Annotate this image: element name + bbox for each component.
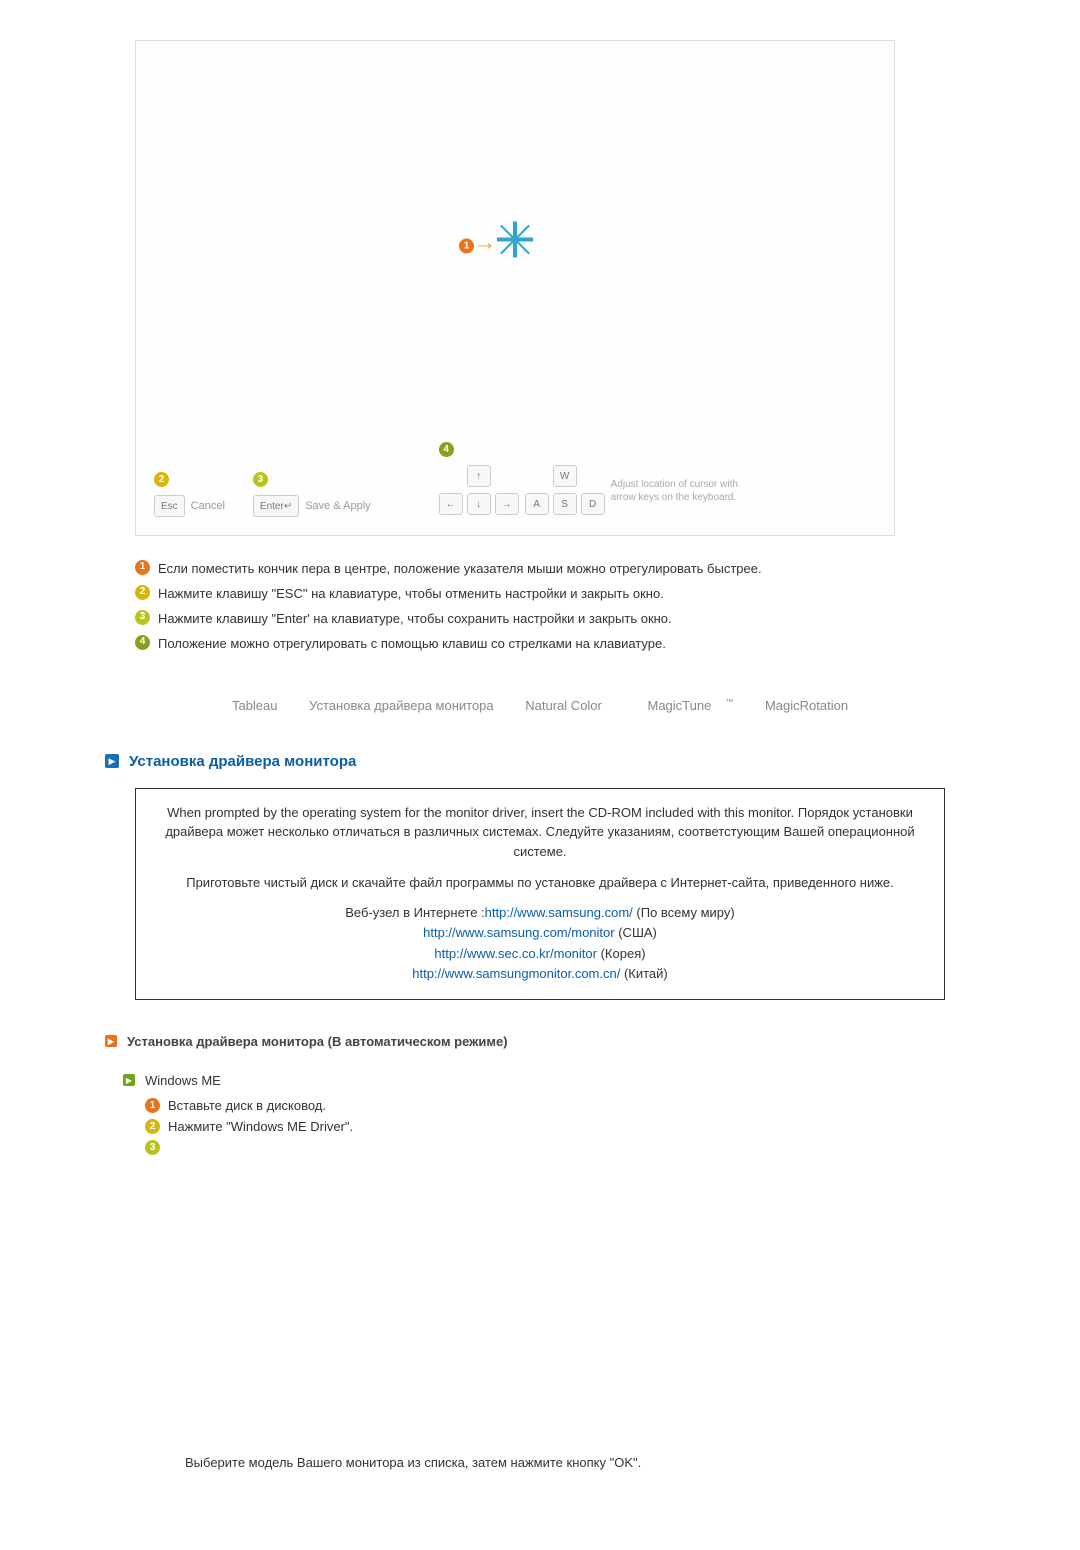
calibration-canvas: 1→ — [154, 61, 876, 421]
link-samsung-cn[interactable]: http://www.samsungmonitor.com.cn/ — [412, 966, 620, 981]
tab-magictune[interactable]: MagicTune™ — [634, 698, 734, 713]
esc-keycap: Esc — [154, 495, 185, 517]
target-crosshair-group: 1→ — [497, 222, 533, 261]
callout-badge-2: 2 — [154, 472, 169, 487]
bullet-3-icon: 3 — [135, 610, 150, 625]
link-samsung-monitor[interactable]: http://www.samsung.com/monitor — [423, 925, 614, 940]
driver-paragraph-2: Приготовьте чистый диск и скачайте файл … — [156, 873, 924, 893]
arrow-hint-text: Adjust location of cursor with arrow key… — [611, 478, 761, 504]
link-suffix: (США) — [615, 925, 657, 940]
sub-heading-auto: ▶ Установка драйвера монитора (В автомат… — [105, 1034, 975, 1049]
driver-info-box: When prompted by the operating system fo… — [135, 788, 945, 1000]
tab-tableau[interactable]: Tableau — [232, 698, 278, 713]
callout-badge-3: 3 — [253, 472, 268, 487]
callout-badge-1: 1→ — [459, 230, 500, 256]
wasd-keys-icon: W A S D — [525, 465, 605, 517]
web-label: Веб-узел в Интернете : — [345, 905, 484, 920]
orange-bullet-icon: ▶ — [105, 1035, 117, 1047]
callout-text: Нажмите клавишу "Enter' на клавиатуре, ч… — [158, 610, 895, 629]
list-item: 4 Положение можно отрегулировать с помощ… — [135, 635, 895, 654]
step-1-icon: 1 — [145, 1098, 160, 1113]
driver-paragraph-1: When prompted by the operating system fo… — [156, 803, 924, 862]
link-suffix: (Китай) — [620, 966, 667, 981]
arrow-keys-group: 4 ↑ ← ↓ → W A S D Adjust location of cur… — [439, 441, 761, 517]
step-3-icon: 3 — [145, 1140, 160, 1155]
nav-tabs: Tableau Установка драйвера монитора Natu… — [105, 697, 975, 712]
step-text: Вставьте диск в дисковод. — [168, 1098, 326, 1113]
step-2-icon: 2 — [145, 1119, 160, 1134]
esc-group: 2 Esc Cancel — [154, 471, 225, 517]
link-suffix: (По всему миру) — [633, 905, 735, 920]
callout-list: 1 Если поместить кончик пера в центре, п… — [135, 560, 895, 653]
bullet-1-icon: 1 — [135, 560, 150, 575]
list-item: 2 Нажмите клавишу "ESC" на клавиатуре, ч… — [135, 585, 895, 604]
section-heading: ▶ Установка драйвера монитора — [105, 753, 975, 770]
callout-text: Положение можно отрегулировать с помощью… — [158, 635, 895, 654]
link-suffix: (Корея) — [597, 946, 646, 961]
bullet-4-icon: 4 — [135, 635, 150, 650]
tab-natural-color[interactable]: Natural Color — [525, 698, 602, 713]
green-bullet-icon: ▶ — [123, 1074, 135, 1086]
os-heading: ▶ Windows ME — [123, 1073, 975, 1088]
list-item: 3 — [145, 1140, 975, 1155]
os-name: Windows ME — [145, 1073, 221, 1088]
list-item: 1 Вставьте диск в дисковод. — [145, 1098, 975, 1113]
callout-text: Если поместить кончик пера в центре, пол… — [158, 560, 895, 579]
install-steps: 1 Вставьте диск в дисковод. 2 Нажмите "W… — [145, 1098, 975, 1155]
link-samsung-world[interactable]: http://www.samsung.com/ — [485, 905, 633, 920]
tab-driver-install[interactable]: Установка драйвера монитора — [309, 698, 494, 713]
calibration-figure: 1→ 2 Esc Cancel 3 Enter↵ Save & Apply — [135, 40, 895, 536]
link-sec-kr[interactable]: http://www.sec.co.kr/monitor — [434, 946, 597, 961]
tab-magicrotation[interactable]: MagicRotation — [765, 698, 848, 713]
section-title: Установка драйвера монитора — [129, 753, 356, 770]
sub-heading-text: Установка драйвера монитора (В автоматич… — [127, 1034, 508, 1049]
list-item: 3 Нажмите клавишу "Enter' на клавиатуре,… — [135, 610, 895, 629]
callout-text: Нажмите клавишу "ESC" на клавиатуре, что… — [158, 585, 895, 604]
enter-group: 3 Enter↵ Save & Apply — [253, 471, 371, 517]
cancel-label: Cancel — [191, 500, 225, 512]
driver-links: Веб-узел в Интернете :http://www.samsung… — [156, 903, 924, 984]
calibration-controls-row: 2 Esc Cancel 3 Enter↵ Save & Apply 4 ↑ — [154, 441, 876, 517]
list-item: 2 Нажмите "Windows ME Driver". — [145, 1119, 975, 1134]
bottom-note: Выберите модель Вашего монитора из списк… — [185, 1455, 975, 1470]
arrow-keys-icon: ↑ ← ↓ → — [439, 465, 519, 517]
list-item: 1 Если поместить кончик пера в центре, п… — [135, 560, 895, 579]
crosshair-icon — [497, 222, 533, 258]
save-apply-label: Save & Apply — [305, 500, 370, 512]
step-text: Нажмите "Windows ME Driver". — [168, 1119, 353, 1134]
section-bullet-icon: ▶ — [105, 754, 119, 768]
callout-badge-4: 4 — [439, 442, 454, 457]
bullet-2-icon: 2 — [135, 585, 150, 600]
enter-keycap: Enter↵ — [253, 495, 299, 517]
